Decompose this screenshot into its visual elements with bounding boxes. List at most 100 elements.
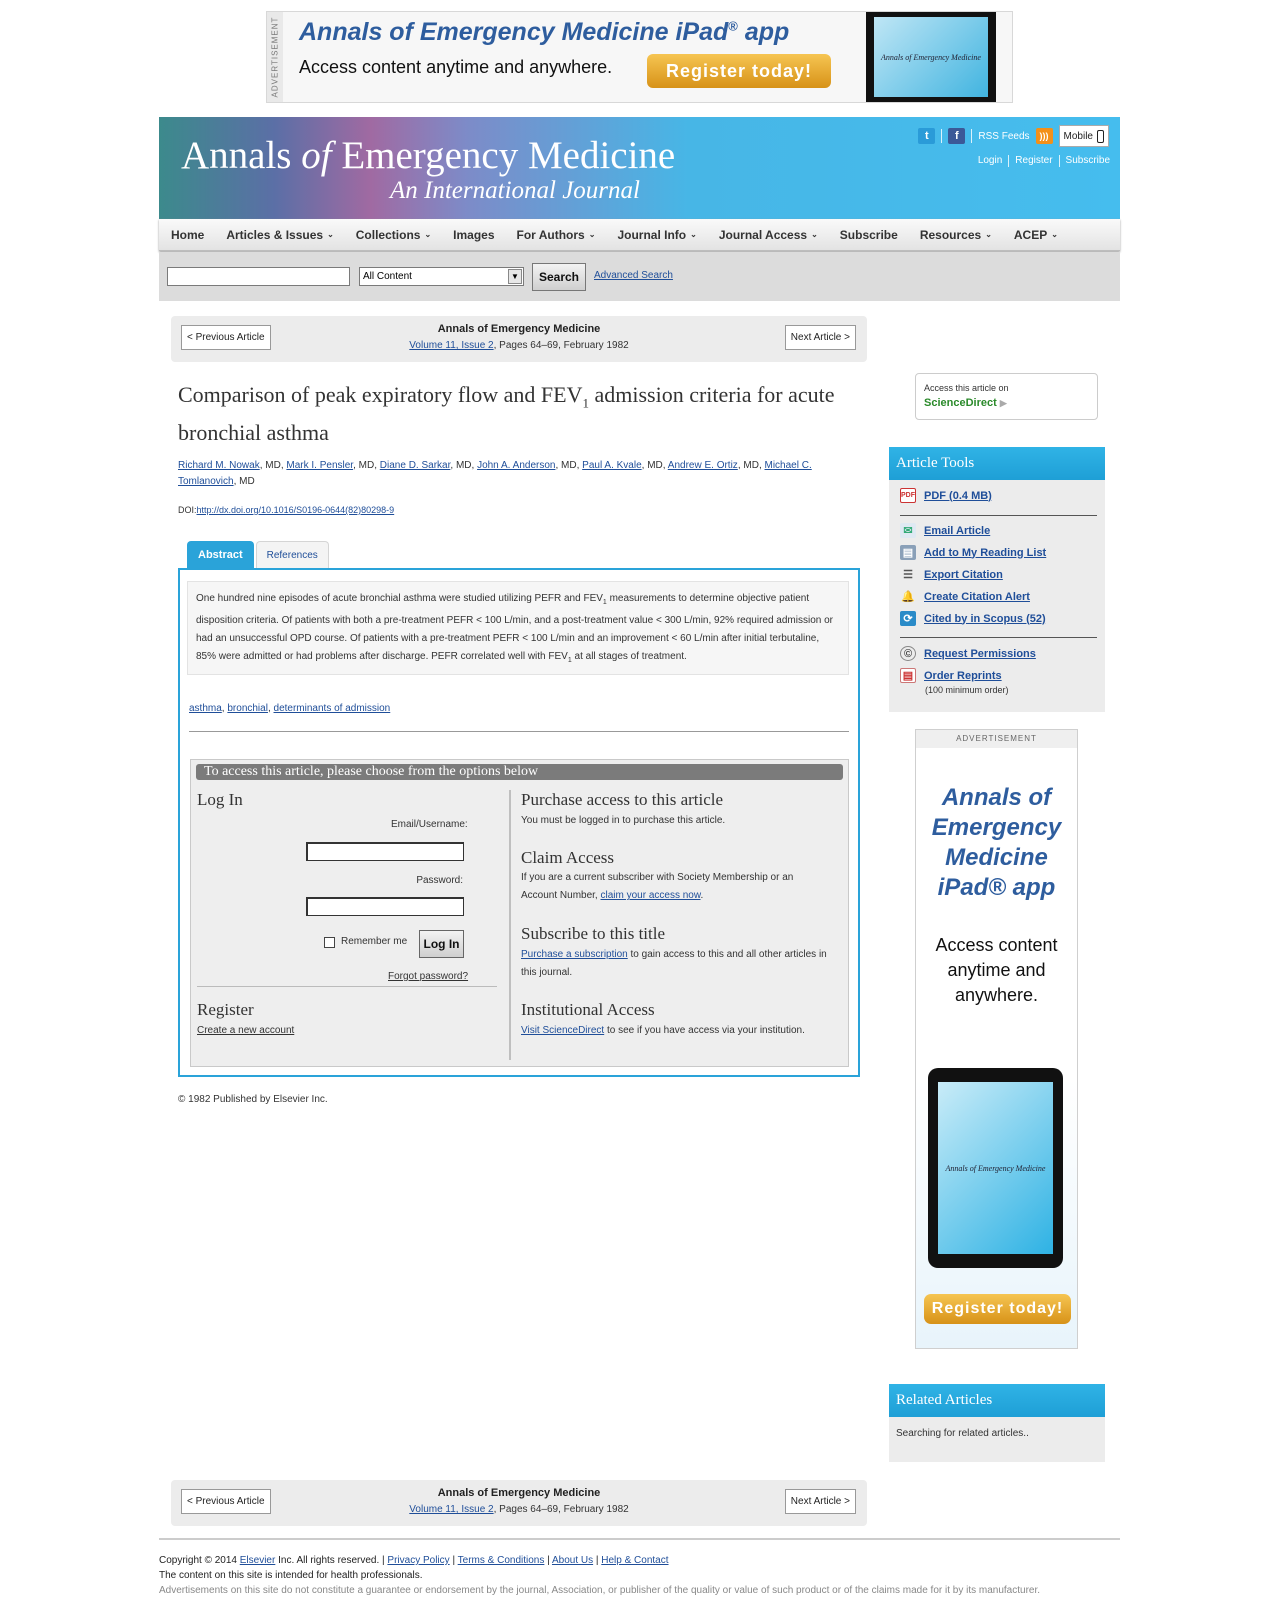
author-link[interactable]: Mark I. Pensler [286, 460, 353, 471]
tool-label[interactable]: Create Citation Alert [924, 591, 1030, 603]
top-advertisement[interactable]: ADVERTISEMENT Annals of Emergency Medici… [266, 11, 1013, 103]
search-bar: All Content ▼ Search Advanced Search [159, 252, 1120, 301]
search-input[interactable] [167, 267, 350, 286]
elsevier-link[interactable]: Elsevier [240, 1555, 276, 1566]
create-account-link[interactable]: Create a new account [197, 1022, 294, 1040]
nav-articles-issues[interactable]: Articles & Issues ⌄ [226, 228, 333, 242]
author-link[interactable]: Paul A. Kvale [582, 460, 641, 471]
tool-label[interactable]: Add to My Reading List [924, 547, 1046, 559]
nav-journal-access[interactable]: Journal Access ⌄ [719, 228, 818, 242]
keyword-link[interactable]: determinants of admission [274, 703, 391, 714]
divider [900, 515, 1097, 516]
nav-collections[interactable]: Collections ⌄ [356, 228, 431, 242]
nav-subscribe[interactable]: Subscribe [840, 228, 898, 242]
related-articles-header: Related Articles [889, 1384, 1105, 1417]
tool-label[interactable]: Export Citation [924, 569, 1003, 581]
ad-title: Annals of Emergency Medicine iPad® app [299, 18, 789, 47]
twitter-icon[interactable]: t [918, 128, 936, 144]
help-contact-link[interactable]: Help & Contact [601, 1555, 668, 1566]
arrow-right-icon: ▶ [999, 398, 1007, 408]
sidebar-advertisement[interactable]: ADVERTISEMENT Annals of Emergency Medici… [915, 729, 1078, 1349]
tab-references[interactable]: References [255, 541, 329, 568]
tool-label[interactable]: Order Reprints [924, 670, 1002, 682]
journal-logo[interactable]: Annals of Emergency Medicine [181, 133, 675, 178]
chevron-down-icon: ⌄ [424, 230, 432, 239]
tool-reading-list[interactable]: ▤ Add to My Reading List [900, 545, 1046, 560]
search-button[interactable]: Search [532, 263, 586, 291]
divider [197, 986, 497, 987]
nav-for-authors[interactable]: For Authors ⌄ [517, 228, 596, 242]
nav-acep[interactable]: ACEP ⌄ [1014, 228, 1058, 242]
advanced-search-link[interactable]: Advanced Search [594, 270, 673, 281]
tool-label[interactable]: Cited by in Scopus (52) [924, 613, 1046, 625]
ad-ipad-screen: Annals of Emergency Medicine [874, 17, 988, 97]
tab-abstract[interactable]: Abstract [187, 541, 254, 568]
volume-issue-link[interactable]: Volume 11, Issue 2 [409, 340, 493, 351]
tool-label[interactable]: Request Permissions [924, 648, 1036, 660]
tool-pdf[interactable]: PDF PDF (0.4 MB) [900, 488, 992, 503]
privacy-policy-link[interactable]: Privacy Policy [387, 1555, 449, 1566]
tool-scopus[interactable]: ⟳ Cited by in Scopus (52) [900, 611, 1046, 626]
nav-home[interactable]: Home [171, 228, 204, 242]
author-degree: MD [561, 460, 577, 471]
about-us-link[interactable]: About Us [552, 1555, 593, 1566]
divider [1058, 155, 1060, 167]
login-title: Log In [197, 790, 243, 809]
doi-link[interactable]: http://dx.doi.org/10.1016/S0196-0644(82)… [197, 505, 395, 515]
reprint-min-order: (100 minimum order) [925, 685, 1009, 695]
forgot-password-link[interactable]: Forgot password? [388, 968, 468, 986]
ad-register-button[interactable]: Register today! [647, 54, 831, 88]
login-link[interactable]: Login [978, 155, 1002, 167]
ad-register-button[interactable]: Register today! [924, 1294, 1071, 1324]
ad-title-sup: ® [728, 18, 738, 34]
terms-link[interactable]: Terms & Conditions [458, 1555, 545, 1566]
next-article-button[interactable]: Next Article > [784, 1489, 856, 1514]
email-field[interactable] [306, 842, 464, 861]
keyword-link[interactable]: asthma [189, 703, 222, 714]
register-link[interactable]: Register [1015, 155, 1052, 167]
reading-list-icon: ▤ [900, 545, 916, 560]
tool-citation-alert[interactable]: 🔔 Create Citation Alert [900, 589, 1030, 604]
remember-me-checkbox[interactable] [324, 937, 335, 948]
visit-sciencedirect-link[interactable]: Visit ScienceDirect [521, 1025, 604, 1036]
purchase-subscription-link[interactable]: Purchase a subscription [521, 949, 628, 960]
author-link[interactable]: Richard M. Nowak [178, 460, 260, 471]
sciencedirect-link[interactable]: ScienceDirect ▶ [924, 397, 1007, 409]
mobile-label: Mobile [1063, 130, 1093, 142]
tool-export-citation[interactable]: ☰ Export Citation [900, 567, 1003, 582]
nav-resources[interactable]: Resources ⌄ [920, 228, 992, 242]
search-scope-select[interactable]: All Content ▼ [359, 267, 524, 286]
journal-tagline: An International Journal [390, 177, 640, 204]
next-article-button[interactable]: Next Article > [784, 325, 856, 350]
tool-email[interactable]: ✉ Email Article [900, 523, 990, 538]
author-link[interactable]: Andrew E. Ortiz [668, 460, 738, 471]
author-link[interactable]: John A. Anderson [477, 460, 555, 471]
author-link[interactable]: Diane D. Sarkar [380, 460, 451, 471]
institutional-text-body: to see if you have access via your insti… [604, 1025, 805, 1036]
mobile-button[interactable]: Mobile [1058, 125, 1109, 147]
divider [941, 129, 943, 143]
keyword-link[interactable]: bronchial [227, 703, 268, 714]
claim-access-link[interactable]: claim your access now [600, 890, 700, 901]
password-field[interactable] [306, 897, 464, 916]
login-button[interactable]: Log In [419, 930, 464, 958]
nav-images[interactable]: Images [453, 228, 494, 242]
rss-feeds-link[interactable]: RSS Feeds [978, 131, 1029, 142]
tool-reprints[interactable]: ▤ Order Reprints [900, 668, 1002, 683]
sciencedirect-box[interactable]: Access this article on ScienceDirect ▶ [915, 373, 1098, 420]
facebook-icon[interactable]: f [948, 128, 966, 144]
remember-me-label: Remember me [341, 936, 408, 947]
dropdown-arrow-icon[interactable]: ▼ [508, 269, 522, 284]
nav-label: Journal Access [718, 227, 808, 242]
chevron-down-icon: ⌄ [1051, 230, 1058, 239]
register-title: Register [197, 1000, 254, 1019]
nav-journal-info[interactable]: Journal Info ⌄ [617, 228, 696, 242]
tool-label[interactable]: PDF (0.4 MB) [924, 490, 992, 502]
subscribe-link[interactable]: Subscribe [1066, 155, 1110, 167]
sciencedirect-text: ScienceDirect [924, 397, 997, 409]
footer-disclaimer: Advertisements on this site do not const… [159, 1585, 1041, 1596]
rss-icon[interactable]: ))) [1035, 128, 1053, 144]
volume-issue-link[interactable]: Volume 11, Issue 2 [409, 1504, 493, 1515]
tool-label[interactable]: Email Article [924, 525, 990, 537]
tool-permissions[interactable]: © Request Permissions [900, 646, 1036, 661]
